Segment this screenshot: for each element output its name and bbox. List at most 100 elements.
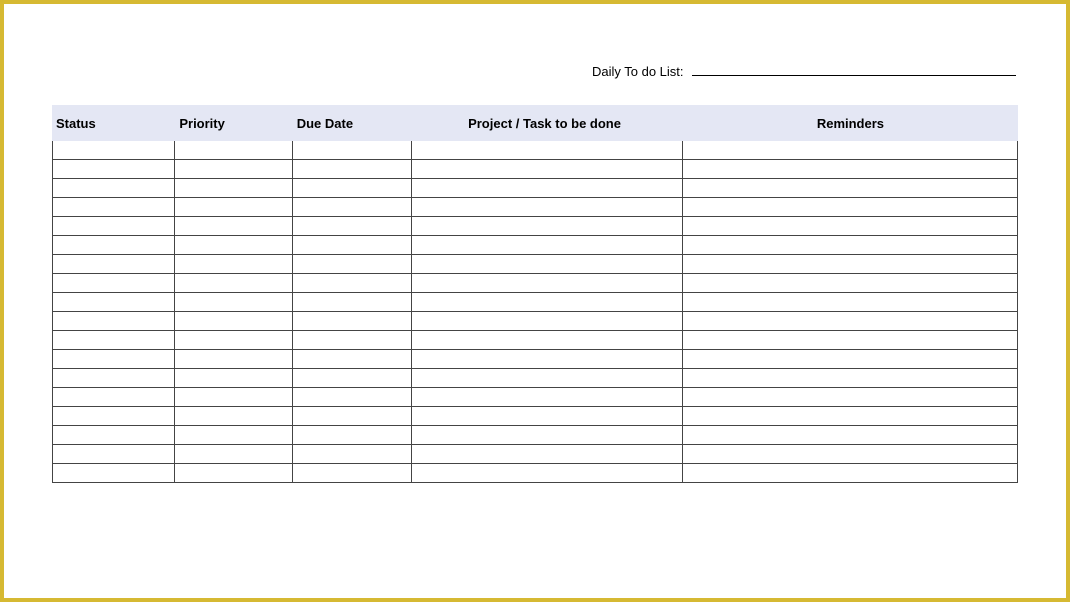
cell-status — [52, 198, 175, 217]
cell-project — [412, 217, 683, 236]
cell-priority — [175, 255, 292, 274]
cell-duedate — [293, 350, 412, 369]
col-header-status: Status — [52, 116, 175, 131]
col-header-priority: Priority — [175, 116, 292, 131]
cell-reminders — [683, 407, 1018, 426]
table-row — [52, 293, 1018, 312]
cell-priority — [175, 464, 292, 483]
cell-duedate — [293, 236, 412, 255]
cell-reminders — [683, 274, 1018, 293]
cell-reminders — [683, 141, 1018, 160]
table-row — [52, 369, 1018, 388]
cell-project — [412, 198, 683, 217]
document-page: Daily To do List: Status Priority Due Da… — [4, 4, 1066, 598]
cell-project — [412, 160, 683, 179]
cell-duedate — [293, 464, 412, 483]
cell-status — [52, 217, 175, 236]
cell-priority — [175, 312, 292, 331]
cell-duedate — [293, 331, 412, 350]
table-row — [52, 274, 1018, 293]
cell-duedate — [293, 388, 412, 407]
cell-duedate — [293, 274, 412, 293]
cell-project — [412, 312, 683, 331]
cell-project — [412, 293, 683, 312]
cell-duedate — [293, 179, 412, 198]
table-row — [52, 464, 1018, 483]
cell-priority — [175, 445, 292, 464]
cell-project — [412, 255, 683, 274]
col-header-project: Project / Task to be done — [412, 116, 683, 131]
cell-status — [52, 369, 175, 388]
cell-priority — [175, 407, 292, 426]
cell-project — [412, 426, 683, 445]
table-row — [52, 198, 1018, 217]
cell-project — [412, 331, 683, 350]
cell-reminders — [683, 331, 1018, 350]
cell-project — [412, 445, 683, 464]
cell-status — [52, 293, 175, 312]
cell-duedate — [293, 217, 412, 236]
table-row — [52, 179, 1018, 198]
cell-status — [52, 255, 175, 274]
col-header-duedate: Due Date — [293, 116, 412, 131]
cell-status — [52, 274, 175, 293]
cell-status — [52, 179, 175, 198]
table-header: Status Priority Due Date Project / Task … — [52, 105, 1018, 141]
cell-duedate — [293, 141, 412, 160]
title-label: Daily To do List: — [592, 64, 684, 79]
cell-priority — [175, 350, 292, 369]
cell-priority — [175, 160, 292, 179]
cell-duedate — [293, 426, 412, 445]
cell-priority — [175, 236, 292, 255]
cell-priority — [175, 217, 292, 236]
cell-priority — [175, 331, 292, 350]
cell-status — [52, 236, 175, 255]
cell-reminders — [683, 445, 1018, 464]
col-header-reminders: Reminders — [683, 116, 1018, 131]
cell-status — [52, 160, 175, 179]
cell-reminders — [683, 388, 1018, 407]
cell-priority — [175, 198, 292, 217]
table-row — [52, 426, 1018, 445]
table-row — [52, 350, 1018, 369]
cell-status — [52, 312, 175, 331]
cell-reminders — [683, 217, 1018, 236]
cell-priority — [175, 369, 292, 388]
cell-duedate — [293, 312, 412, 331]
cell-status — [52, 388, 175, 407]
table-row — [52, 388, 1018, 407]
cell-project — [412, 388, 683, 407]
title-row: Daily To do List: — [52, 64, 1018, 79]
cell-status — [52, 445, 175, 464]
cell-duedate — [293, 445, 412, 464]
cell-project — [412, 407, 683, 426]
cell-project — [412, 179, 683, 198]
cell-reminders — [683, 198, 1018, 217]
cell-status — [52, 464, 175, 483]
cell-project — [412, 464, 683, 483]
cell-project — [412, 236, 683, 255]
cell-priority — [175, 426, 292, 445]
cell-status — [52, 350, 175, 369]
cell-status — [52, 407, 175, 426]
table-row — [52, 217, 1018, 236]
cell-reminders — [683, 179, 1018, 198]
cell-status — [52, 426, 175, 445]
table-row — [52, 255, 1018, 274]
table-row — [52, 407, 1018, 426]
cell-duedate — [293, 407, 412, 426]
cell-project — [412, 369, 683, 388]
table-row — [52, 236, 1018, 255]
cell-reminders — [683, 369, 1018, 388]
cell-reminders — [683, 312, 1018, 331]
cell-duedate — [293, 293, 412, 312]
cell-reminders — [683, 426, 1018, 445]
cell-reminders — [683, 236, 1018, 255]
cell-duedate — [293, 160, 412, 179]
cell-duedate — [293, 369, 412, 388]
table-row — [52, 312, 1018, 331]
cell-duedate — [293, 255, 412, 274]
todo-table: Status Priority Due Date Project / Task … — [52, 105, 1018, 483]
cell-priority — [175, 274, 292, 293]
cell-project — [412, 141, 683, 160]
